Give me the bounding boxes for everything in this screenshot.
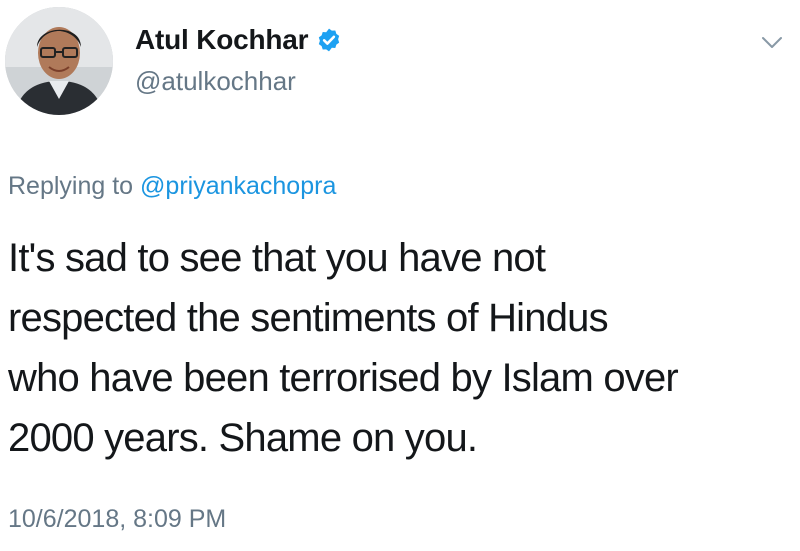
tweet-text-line: who have been terrorised by Islam over xyxy=(8,356,679,400)
chevron-down-icon[interactable] xyxy=(761,36,783,50)
tweet-timestamp[interactable]: 10/6/2018, 8:09 PM xyxy=(8,505,226,534)
tweet-text: It's sad to see that you have not respec… xyxy=(8,228,788,468)
tweet-text-line: It's sad to see that you have not xyxy=(8,236,546,280)
reply-context: Replying to @priyankachopra xyxy=(8,172,336,201)
reply-prefix: Replying to xyxy=(8,172,134,200)
author-name-row[interactable]: Atul Kochhar xyxy=(135,24,342,56)
profile-photo xyxy=(5,7,113,115)
avatar[interactable] xyxy=(5,7,113,115)
reply-mention-link[interactable]: @priyankachopra xyxy=(140,172,336,200)
verified-badge-icon xyxy=(316,27,342,53)
author-handle[interactable]: @atulkochhar xyxy=(135,66,296,97)
tweet-text-line: respected the sentiments of Hindus xyxy=(8,296,609,340)
display-name[interactable]: Atul Kochhar xyxy=(135,24,309,56)
tweet-text-line: 2000 years. Shame on you. xyxy=(8,416,478,460)
